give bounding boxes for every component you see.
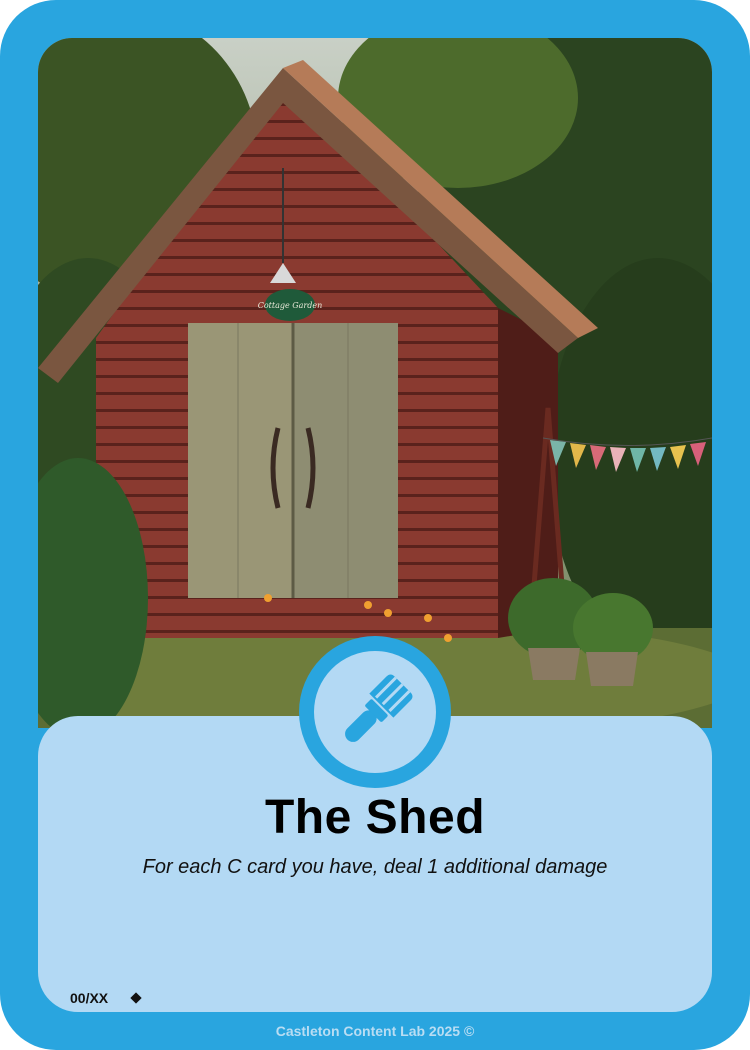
card-title: The Shed bbox=[264, 791, 486, 844]
card-description: For each C card you have, deal 1 additio… bbox=[142, 856, 608, 878]
card-artwork: Cottage Garden bbox=[38, 38, 712, 728]
card-footer-credit: Castleton Content Lab 2025 © bbox=[275, 1023, 475, 1039]
paintbrush-icon bbox=[345, 674, 413, 742]
card-number: 00/XX bbox=[70, 990, 109, 1006]
game-card[interactable]: Cottage Garden The Shed For each C card … bbox=[0, 0, 750, 1050]
shed-sign-text: Cottage Garden bbox=[258, 301, 323, 310]
card-type-badge bbox=[299, 636, 451, 788]
